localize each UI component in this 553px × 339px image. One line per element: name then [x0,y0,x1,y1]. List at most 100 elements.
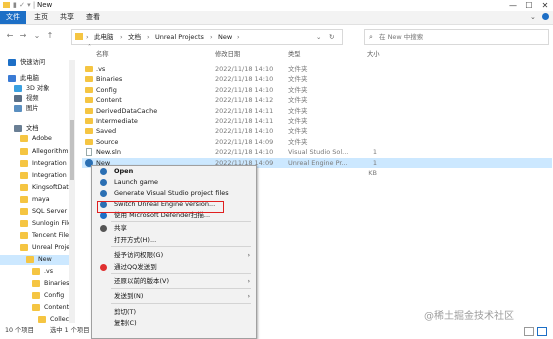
file-row[interactable]: .vs 2022/11/18 14:10 文件夹 [82,64,552,74]
tab-share[interactable]: 共享 [54,11,80,24]
nav-scrollbar-thumb[interactable] [70,120,74,180]
back-button[interactable]: ← [4,29,16,43]
ribbon-expand-icon[interactable]: ⌄ [530,13,536,21]
search-icon: ⌕ [369,33,373,41]
menu-item[interactable]: 发送到(N) › [92,291,256,302]
status-item-count: 10 个项目 [5,327,34,334]
nav-item-label: Allegorithmic [32,148,69,155]
folder-icon [32,279,40,287]
menu-item-label: 共享 [114,224,127,232]
menu-item-label: Generate Visual Studio project files [114,189,229,197]
nav-item[interactable]: Binaries [0,279,69,289]
forward-button[interactable]: → [17,29,29,43]
nav-item[interactable]: 图片 [0,104,69,114]
nav-item-label: 快速访问 [20,59,46,66]
nav-item[interactable]: Allegorithmic [0,147,69,157]
nav-item-label: Collection [50,316,69,323]
address-bar[interactable]: › 此电脑 › 文档 › Unreal Projects › New › ⌄ ↻ [71,29,343,45]
folder-icon [85,107,93,114]
breadcrumb-separator: › [147,33,150,41]
menu-item[interactable]: 授予访问权限(G) › [92,250,256,261]
nav-item[interactable]: 快速访问 [0,58,69,68]
nav-item[interactable]: 文档 [0,124,69,134]
nav-item[interactable]: Adobe [0,134,69,144]
menu-item[interactable]: Generate Visual Studio project files [92,188,256,199]
folder-icon [32,303,40,311]
nav-item-label: Content [44,304,69,311]
file-type: 文件夹 [288,117,308,125]
menu-item-label: Open [114,167,134,175]
file-row[interactable]: Source 2022/11/18 14:09 文件夹 [82,137,552,147]
column-header-size[interactable]: 大小 [367,50,380,60]
defender-icon [100,212,107,219]
folder-icon [8,58,16,66]
details-view-icon[interactable] [524,327,534,336]
folder-icon [32,267,40,275]
up-button[interactable]: ↑ [44,29,56,43]
close-button[interactable]: ✕ [537,0,553,11]
menu-item[interactable]: 剪切(T) [92,307,256,318]
nav-item[interactable]: KingsoftData [0,183,69,193]
file-row[interactable]: Binaries 2022/11/18 14:10 文件夹 [82,74,552,84]
tab-home[interactable]: 主页 [28,11,54,24]
nav-item[interactable]: SQL Server M [0,207,69,217]
menu-item[interactable]: 还原以前的版本(V) › [92,276,256,287]
menu-item-label: 授予访问权限(G) [114,251,164,259]
nav-item[interactable]: .vs [0,267,69,277]
folder-icon [20,219,28,227]
menu-item-label: 通过QQ发送到 [114,263,157,271]
tab-view[interactable]: 查看 [80,11,106,24]
refresh-icon[interactable]: ↻ [329,30,334,44]
nav-item[interactable]: 3D 对象 [0,84,69,94]
menu-item[interactable]: 打开方式(H)... [92,235,256,246]
menu-item[interactable]: 复制(C) [92,318,256,329]
nav-scrollbar[interactable] [69,60,75,323]
large-icons-view-icon[interactable] [537,327,547,336]
nav-item[interactable]: New [0,255,69,265]
file-row[interactable]: DerivedDataCache 2022/11/18 14:11 文件夹 [82,106,552,116]
folder-icon [20,183,28,191]
file-type: Visual Studio Sol... [288,148,349,157]
nav-item[interactable]: Collection [0,315,69,325]
nav-item[interactable]: 视频 [0,94,69,104]
maximize-button[interactable]: ☐ [521,0,537,11]
file-row[interactable]: Content 2022/11/18 14:12 文件夹 [82,95,552,105]
nav-item[interactable]: maya [0,195,69,205]
nav-item[interactable]: Integration Se [0,159,69,169]
recent-dropdown-button[interactable]: ⌄ [31,29,43,43]
nav-item-label: maya [32,196,50,203]
file-row[interactable]: Config 2022/11/18 14:10 文件夹 [82,85,552,95]
help-icon[interactable] [542,13,549,20]
column-header-name[interactable]: 名称 [96,50,109,60]
minimize-button[interactable]: — [505,0,521,11]
address-dropdown-icon[interactable]: ⌄ [316,30,321,44]
tab-file[interactable]: 文件 [0,11,26,24]
breadcrumb-this-pc[interactable]: 此电脑 [94,30,114,44]
search-box[interactable]: ⌕ 在 New 中搜索 [364,29,549,45]
file-row[interactable]: Saved 2022/11/18 14:10 文件夹 [82,126,552,136]
breadcrumb-unreal-projects[interactable]: Unreal Projects [155,30,204,44]
column-header-date[interactable]: 修改日期 [215,50,240,60]
nav-item-label: SQL Server M [32,208,69,215]
nav-item-label: Integration Se [32,172,69,179]
breadcrumb-separator: › [237,33,240,41]
nav-item[interactable]: Config [0,291,69,301]
nav-item-label: 视频 [26,95,39,102]
menu-item[interactable]: 共享 [92,223,256,234]
nav-item[interactable]: Sunlogin Files [0,219,69,229]
quick-access-toolbar[interactable]: ▮ ✓ ▾ | [13,1,35,9]
nav-item[interactable]: Tencent Files [0,231,69,241]
column-header-type[interactable]: 类型 [288,50,301,60]
menu-item[interactable]: 通过QQ发送到 [92,262,256,273]
breadcrumb-new[interactable]: New [218,30,232,44]
menu-item[interactable]: Open [92,166,256,177]
menu-item[interactable]: Launch game [92,177,256,188]
nav-item[interactable]: Integration Se [0,171,69,181]
file-row[interactable]: Intermediate 2022/11/18 14:11 文件夹 [82,116,552,126]
nav-item[interactable]: Content [0,303,69,313]
nav-item[interactable]: 此电脑 [0,74,69,84]
breadcrumb-documents[interactable]: 文档 [128,30,141,44]
nav-item[interactable]: Unreal Projec [0,243,69,253]
file-row[interactable]: New.sln 2022/11/18 14:10 Visual Studio Sol… [82,147,552,166]
menu-item-label: 打开方式(H)... [114,236,157,244]
